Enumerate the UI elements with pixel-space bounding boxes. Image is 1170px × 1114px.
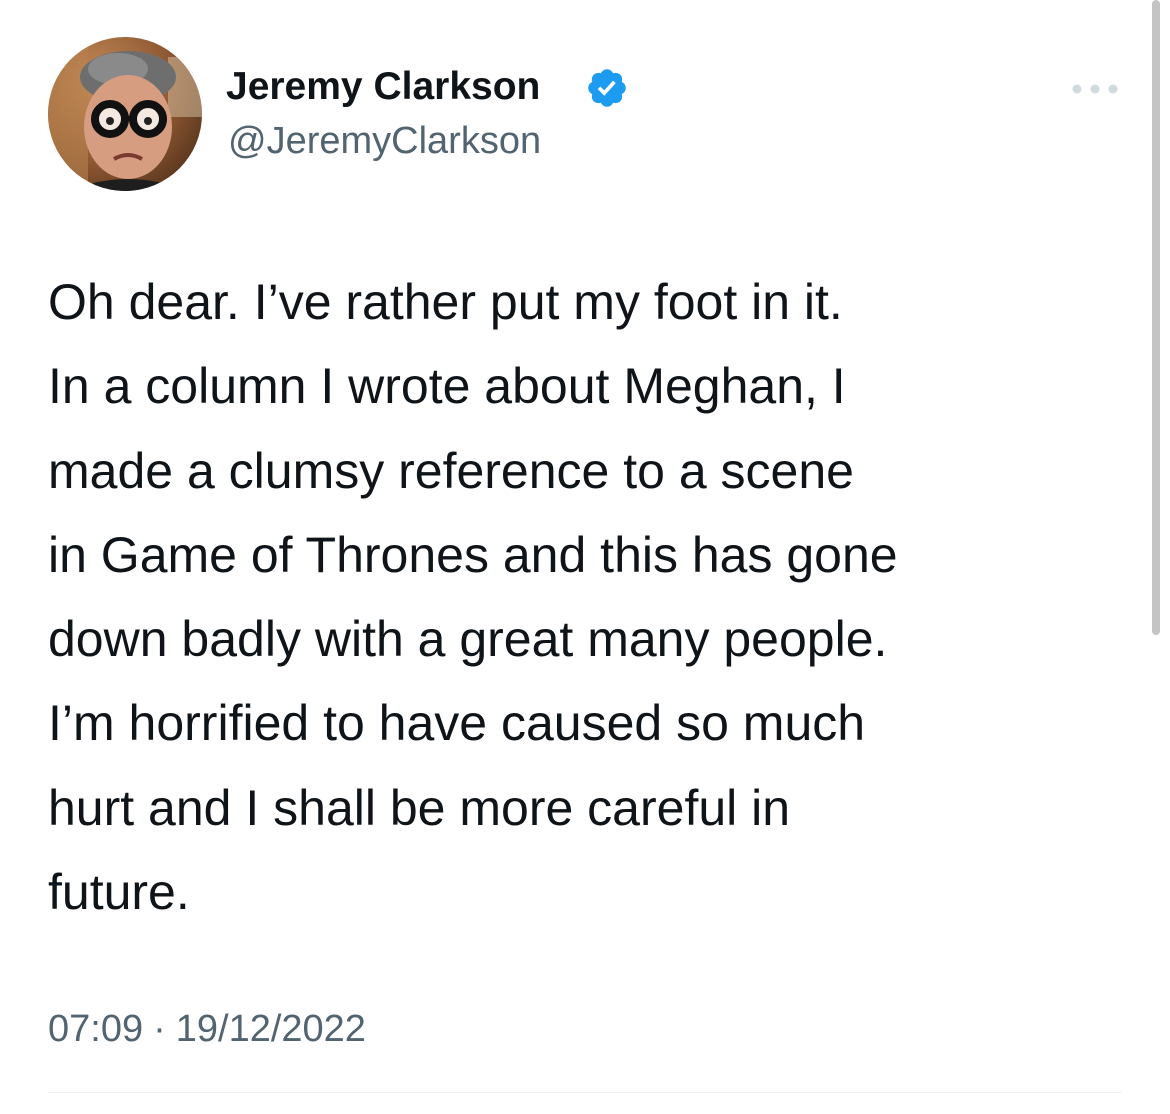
tweet-time: 07:09 <box>48 1008 144 1050</box>
more-horizontal-icon <box>1072 84 1118 94</box>
author-display-name[interactable]: Jeremy Clarkson <box>226 63 540 111</box>
divider <box>48 1092 1122 1093</box>
tweet-text-line: In a column I wrote about Meghan, I <box>48 358 846 415</box>
scrollbar[interactable] <box>1152 0 1160 635</box>
avatar[interactable] <box>48 37 202 191</box>
timestamp-separator: · <box>153 1008 166 1050</box>
tweet-text: Oh dear. I’ve rather put my foot in it. … <box>48 260 1128 934</box>
tweet-text-line: down badly with a great many people. <box>48 611 888 668</box>
tweet-text-line: made a clumsy reference to a scene <box>48 442 854 499</box>
tweet-date: 19/12/2022 <box>175 1008 366 1050</box>
tweet-text-line: Oh dear. I’ve rather put my foot in it. <box>48 274 843 330</box>
tweet-text-line: I’m horrified to have caused so much <box>48 695 866 752</box>
tweet-text-line: in Game of Thrones and this has gone <box>48 526 898 583</box>
verified-badge-icon <box>585 66 629 110</box>
tweet-timestamp[interactable]: 07:09 · 19/12/2022 <box>48 1004 366 1054</box>
tweet-text-line: hurt and I shall be more careful in <box>48 779 791 836</box>
more-options-button[interactable] <box>1068 74 1122 104</box>
author-handle[interactable]: @JeremyClarkson <box>228 118 541 164</box>
avatar-image <box>48 37 202 191</box>
tweet-text-line: future. <box>48 864 190 921</box>
